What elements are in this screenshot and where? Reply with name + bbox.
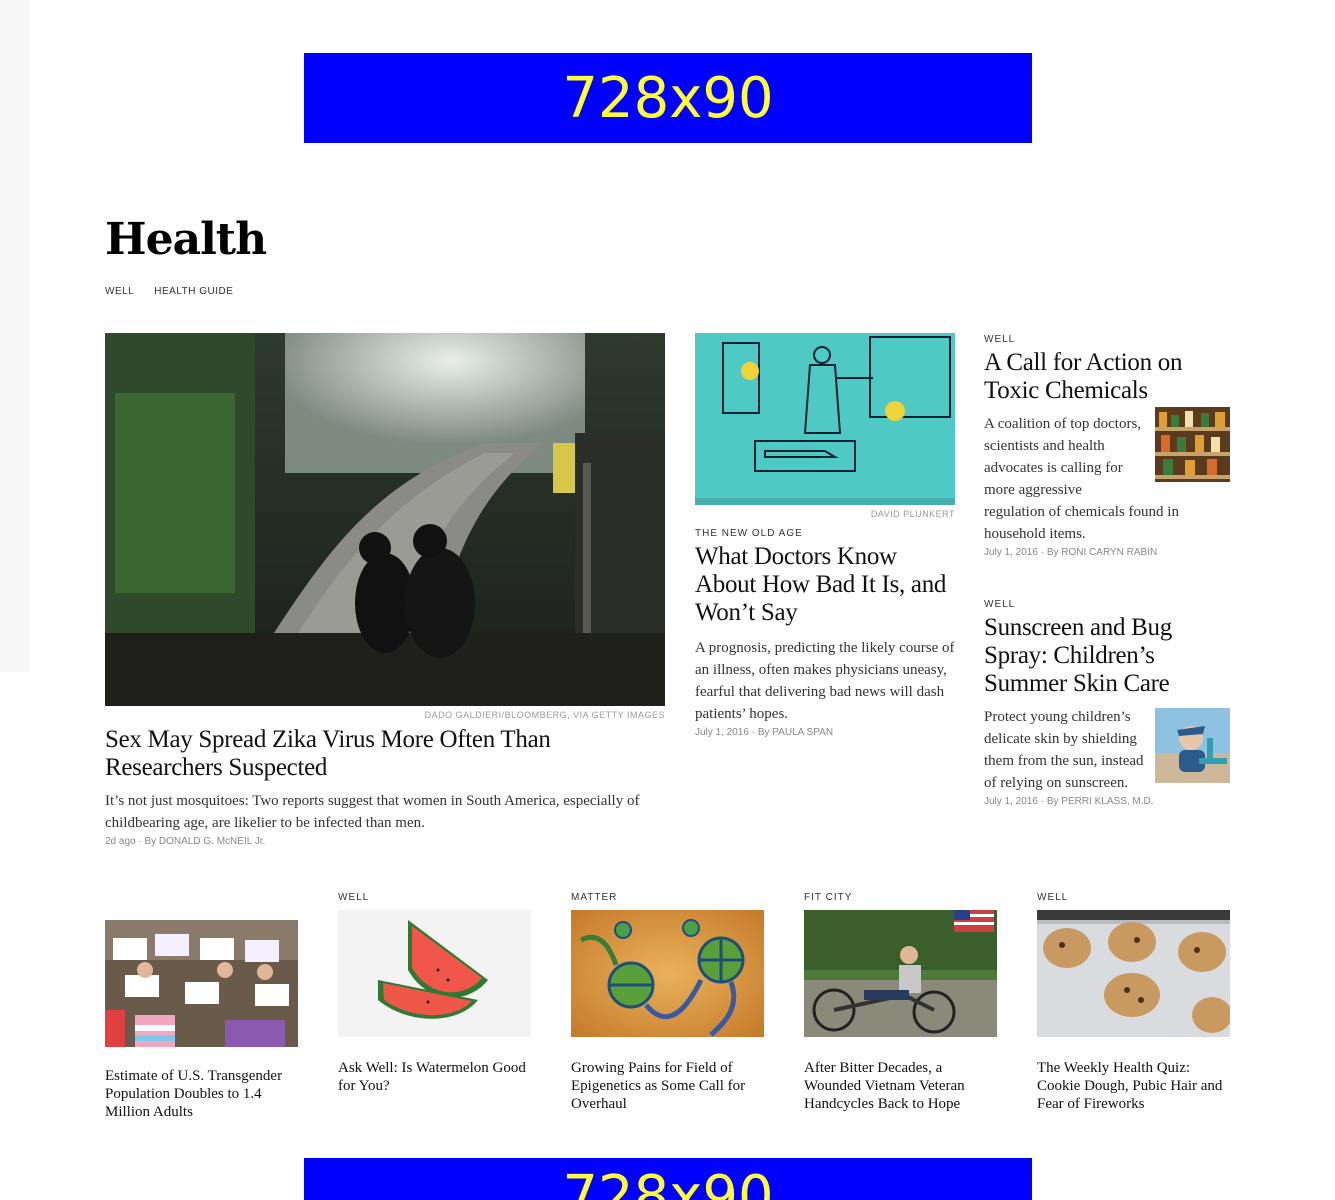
right-story-2-date: July 1, 2016 [984, 796, 1038, 807]
bottom-card-2-headline[interactable]: Ask Well: Is Watermelon Good for You? [338, 1059, 531, 1095]
bottom-card-1: Estimate of U.S. Transgender Population … [105, 892, 298, 1121]
bottom-card-5-kicker[interactable]: WELL [1037, 892, 1230, 904]
right-story-1-thumbnail[interactable] [1155, 407, 1230, 482]
bottom-card-1-image[interactable] [105, 920, 298, 1047]
second-story-image[interactable] [695, 333, 955, 505]
bottom-card-3-image[interactable] [571, 910, 764, 1037]
second-summary: A prognosis, predicting the likely cours… [695, 640, 955, 722]
lead-summary: It’s not just mosquitoes: Two reports su… [105, 793, 640, 831]
subnav-health-guide[interactable]: HEALTH GUIDE [154, 286, 233, 297]
lead-timestamp: 2d ago [105, 836, 136, 847]
bottom-card-2: WELL Ask Well: Is Watermelon Good for Yo… [338, 892, 531, 1095]
right-story-2-byline: By PERRI KLASS, M.D. [1046, 796, 1154, 807]
lead-byline-row: 2d ago · By DONALD G. McNEIL Jr. [105, 836, 665, 847]
left-margin-shade [0, 0, 30, 672]
right-story-2-thumbnail[interactable] [1155, 708, 1230, 783]
bottom-card-1-headline[interactable]: Estimate of U.S. Transgender Population … [105, 1067, 298, 1121]
second-image-credit: DAVID PLUNKERT [870, 509, 955, 519]
bottom-card-4-headline[interactable]: After Bitter Decades, a Wounded Vietnam … [804, 1059, 997, 1113]
second-kicker[interactable]: THE NEW OLD AGE [695, 528, 955, 539]
lead-story-image[interactable] [105, 333, 665, 706]
lead-story: DADO GALDIERI/BLOOMBERG, VIA GETTY IMAGE… [105, 333, 665, 847]
top-ad-banner[interactable]: 728x90 [304, 53, 1032, 143]
right-story-1-byline-row: July 1, 2016 · By RONI CARYN RABIN [984, 547, 1230, 558]
second-byline-row: July 1, 2016 · By PAULA SPAN [695, 727, 955, 738]
bottom-card-4-image[interactable] [804, 910, 997, 1037]
bottom-card-5-headline[interactable]: The Weekly Health Quiz: Cookie Dough, Pu… [1037, 1059, 1230, 1113]
lead-headline[interactable]: Sex May Spread Zika Virus More Often Tha… [105, 726, 665, 782]
right-story-2: WELL Sunscreen and Bug Spray: Children’s… [984, 599, 1230, 807]
section-subnav: WELL HEALTH GUIDE [105, 286, 233, 297]
second-headline[interactable]: What Doctors Know About How Bad It Is, a… [695, 543, 955, 627]
right-story-2-headline[interactable]: Sunscreen and Bug Spray: Children’s Summ… [984, 614, 1230, 698]
bottom-card-5-image[interactable] [1037, 910, 1230, 1037]
ad-label: 728x90 [562, 65, 774, 131]
right-story-1-byline: By RONI CARYN RABIN [1046, 547, 1158, 558]
second-date: July 1, 2016 [695, 727, 749, 738]
right-story-2-byline-row: July 1, 2016 · By PERRI KLASS, M.D. [984, 796, 1230, 807]
bottom-card-4: FIT CITY After Bitter Decades, a Wounded… [804, 892, 997, 1113]
second-byline: By PAULA SPAN [757, 727, 834, 738]
right-story-2-kicker[interactable]: WELL [984, 599, 1230, 610]
bottom-card-2-kicker[interactable]: WELL [338, 892, 531, 904]
lead-byline: By DONALD G. McNEIL Jr. [144, 836, 266, 847]
right-story-1-kicker[interactable]: WELL [984, 334, 1230, 345]
section-title: Health [105, 214, 267, 265]
subnav-well[interactable]: WELL [105, 286, 134, 297]
second-story: DAVID PLUNKERT THE NEW OLD AGE What Doct… [695, 333, 955, 738]
ad-label: 728x90 [562, 1164, 774, 1200]
right-story-1-date: July 1, 2016 [984, 547, 1038, 558]
bottom-card-2-image[interactable] [338, 910, 531, 1037]
bottom-card-3-headline[interactable]: Growing Pains for Field of Epigenetics a… [571, 1059, 764, 1113]
bottom-story-row: Estimate of U.S. Transgender Population … [105, 892, 1230, 1122]
bottom-ad-banner[interactable]: 728x90 [304, 1158, 1032, 1200]
bottom-card-4-kicker[interactable]: FIT CITY [804, 892, 997, 904]
right-story-1-headline[interactable]: A Call for Action on Toxic Chemicals [984, 349, 1230, 405]
bottom-card-3: MATTER Growing Pains for Field of Epigen… [571, 892, 764, 1113]
bottom-card-1-kicker [105, 892, 298, 904]
lead-image-credit: DADO GALDIERI/BLOOMBERG, VIA GETTY IMAGE… [424, 710, 665, 720]
bottom-card-3-kicker[interactable]: MATTER [571, 892, 764, 904]
right-story-1: WELL A Call for Action on Toxic Chemical… [984, 334, 1230, 558]
bottom-card-5: WELL The Weekly Health Quiz: Cookie Doug… [1037, 892, 1230, 1113]
